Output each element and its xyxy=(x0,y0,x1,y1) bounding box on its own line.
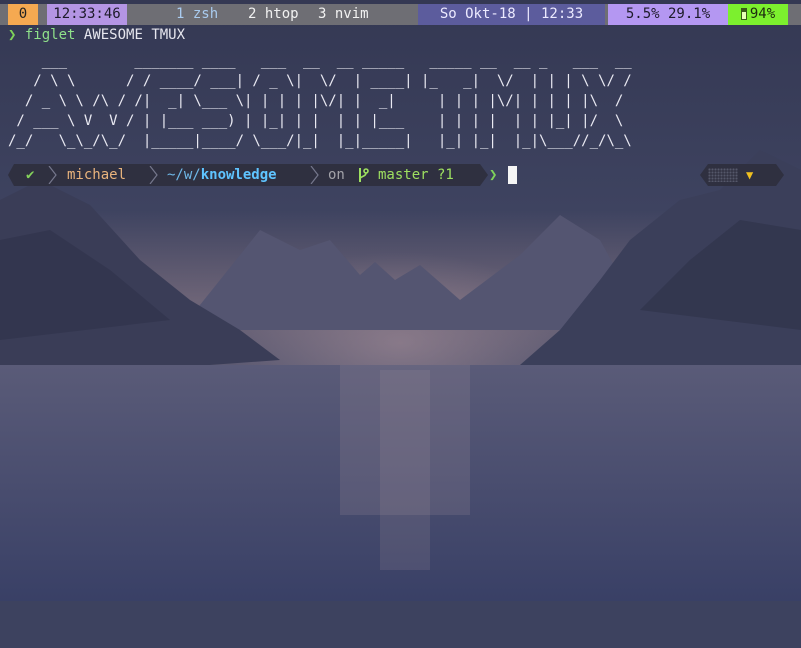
text-cursor[interactable] xyxy=(508,166,517,184)
input-arrow-icon: ❯ xyxy=(489,167,498,183)
battery-icon xyxy=(740,8,747,20)
git-branch-icon xyxy=(359,168,369,182)
warning-icon: ▼ xyxy=(746,168,754,182)
prompt-directory: ~/w/knowledge xyxy=(167,164,277,186)
battery-percent: 94% xyxy=(749,6,776,22)
right-segment-end-cap xyxy=(776,164,784,186)
dir-name: knowledge xyxy=(200,167,277,183)
command-name: figlet xyxy=(24,27,76,43)
window-tab-zsh[interactable]: 1 zsh xyxy=(176,4,218,25)
status-date: So Okt-18 | 12:33 xyxy=(418,4,605,25)
dotted-pattern xyxy=(708,168,738,182)
window-tab-htop[interactable]: 2 htop xyxy=(248,4,299,25)
right-status-segment: ▼ xyxy=(708,164,776,186)
prompt-right-cap xyxy=(480,164,488,186)
git-branch: master ?1 xyxy=(378,167,454,183)
command-line: ❯ figlet AWESOME TMUX xyxy=(8,27,185,43)
dir-prefix: ~/w/ xyxy=(167,167,201,183)
cpu-mem-usage: 5.5% 29.1% xyxy=(608,4,728,25)
window-tab-nvim[interactable]: 3 nvim xyxy=(318,4,369,25)
figlet-output: ___ _______ ____ ___ __ __ _____ _____ _… xyxy=(8,53,632,149)
powerline-prompt: ✔ michael ~/w/knowledge on master ?1 ❯ ▼ xyxy=(8,164,784,186)
prompt-arrow-icon: ❯ xyxy=(8,27,17,43)
session-index[interactable]: 0 xyxy=(8,4,38,25)
separator-chevron-icon xyxy=(310,166,319,184)
status-clock: 12:33:46 xyxy=(47,4,127,25)
command-args: AWESOME TMUX xyxy=(83,27,186,43)
prompt-user: michael xyxy=(67,167,127,183)
prompt-on-label: on xyxy=(328,167,345,183)
battery-status: 94% xyxy=(728,4,788,25)
right-segment-cap xyxy=(700,164,708,186)
check-icon: ✔ xyxy=(26,167,35,183)
separator-chevron-icon xyxy=(48,166,57,184)
tmux-status-bar: 0 12:33:46 1 zsh 2 htop 3 nvim So Okt-18… xyxy=(0,4,801,25)
separator-chevron-icon xyxy=(149,166,158,184)
